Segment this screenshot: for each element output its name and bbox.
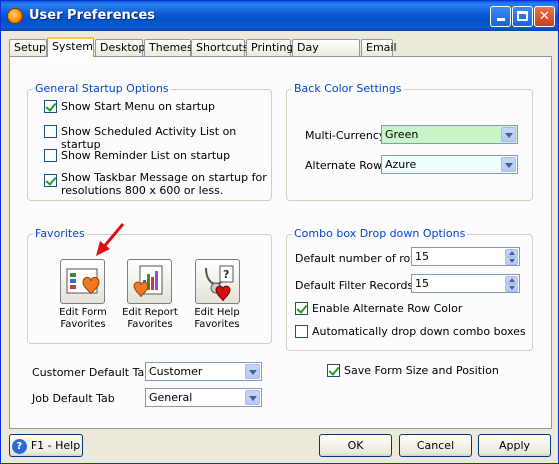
alternate-row-select[interactable]: Azure [381, 155, 518, 174]
tab-printing[interactable]: Printing [246, 39, 293, 56]
show-scheduled-activity-option[interactable]: Show Scheduled Activity List on startup [44, 125, 271, 151]
report-favorites-icon [133, 265, 163, 298]
show-taskbar-message-option[interactable]: Show Taskbar Message on startup for reso… [44, 171, 267, 197]
alternate-row-label: Alternate Row [305, 159, 383, 172]
cancel-button[interactable]: Cancel [399, 434, 472, 457]
edit-help-favorites-button[interactable]: ? [195, 259, 240, 304]
enable-alt-row-color-checkbox[interactable] [295, 302, 308, 315]
maximize-icon [517, 11, 528, 21]
tab-shortcuts[interactable]: Shortcuts [191, 39, 249, 56]
tab-themes[interactable]: Themes [144, 39, 193, 56]
enable-alt-row-color-label: Enable Alternate Row Color [312, 302, 463, 315]
tab-day-planner[interactable]: Day Planner [292, 39, 360, 69]
help-favorites-icon: ? [205, 265, 234, 302]
annotation-arrow [96, 223, 125, 256]
edit-form-favorites-line1: Edit Form [59, 307, 107, 318]
multi-currency-select[interactable]: Green [381, 125, 518, 144]
show-start-menu-option[interactable]: Show Start Menu on startup [44, 100, 215, 113]
tab-setup[interactable]: Setup [9, 39, 47, 56]
back-color-title: Back Color Settings [292, 82, 404, 95]
show-reminder-list-label: Show Reminder List on startup [61, 149, 231, 162]
edit-help-favorites-label: Edit Help Favorites [182, 307, 252, 331]
default-filter-input[interactable]: 15 [411, 274, 520, 293]
help-icon: ? [11, 438, 27, 454]
show-scheduled-activity-checkbox[interactable] [44, 125, 57, 138]
job-default-tab-label: Job Default Tab [32, 392, 115, 405]
close-icon: ✕ [539, 9, 550, 24]
help-button-label: F1 - Help [30, 439, 81, 452]
show-taskbar-message-line1: Show Taskbar Message on startup for [61, 171, 267, 184]
chevron-down-icon[interactable] [501, 157, 516, 172]
job-default-tab-select[interactable]: General [145, 388, 262, 407]
tab-email[interactable]: Email [361, 39, 397, 56]
chevron-down-icon[interactable] [245, 390, 260, 405]
edit-report-favorites-label: Edit Report Favorites [115, 307, 185, 331]
minimize-button[interactable] [490, 6, 511, 27]
minimize-icon [496, 18, 505, 21]
show-scheduled-activity-label: Show Scheduled Activity List on startup [61, 125, 237, 151]
edit-report-favorites-line1: Edit Report [122, 307, 178, 318]
save-form-size-label: Save Form Size and Position [344, 364, 499, 377]
enable-alt-row-color-option[interactable]: Enable Alternate Row Color [295, 302, 462, 315]
edit-form-favorites-label: Edit Form Favorites [48, 307, 118, 331]
edit-report-favorites-line2: Favorites [127, 319, 173, 330]
job-default-tab-value: General [149, 391, 193, 404]
customer-default-tab-value: Customer [149, 365, 203, 378]
show-taskbar-message-line2: resolutions 800 x 600 or less. [61, 184, 224, 197]
show-start-menu-label: Show Start Menu on startup [61, 100, 216, 113]
system-tab-panel: General Startup Options Show Start Menu … [9, 56, 552, 429]
app-icon [7, 8, 23, 24]
edit-help-favorites-line1: Edit Help [194, 307, 240, 318]
close-button[interactable]: ✕ [534, 6, 555, 27]
favorites-title: Favorites [33, 227, 87, 240]
customer-default-tab-select[interactable]: Customer [145, 362, 262, 381]
spin-up-icon[interactable] [505, 249, 518, 257]
window-title: User Preferences [29, 8, 156, 23]
spin-up-icon[interactable] [505, 276, 518, 284]
edit-form-favorites-line2: Favorites [60, 319, 106, 330]
default-rows-value: 15 [415, 250, 429, 263]
chevron-down-icon[interactable] [245, 364, 260, 379]
maximize-button[interactable] [512, 6, 533, 27]
apply-button[interactable]: Apply [478, 434, 551, 457]
tab-system[interactable]: System [47, 37, 94, 57]
edit-form-favorites-button[interactable] [60, 259, 105, 304]
form-favorites-icon [66, 268, 100, 295]
chevron-down-icon[interactable] [501, 127, 516, 142]
combo-box-options-group: Combo box Drop down Options Default numb… [286, 227, 533, 351]
general-startup-title: General Startup Options [33, 82, 171, 95]
auto-drop-down-option[interactable]: Automatically drop down combo boxes [295, 325, 526, 338]
auto-drop-down-checkbox[interactable] [295, 325, 308, 338]
alternate-row-value: Azure [385, 158, 417, 171]
tab-desktop[interactable]: Desktop [95, 39, 145, 56]
customer-default-tab-label: Customer Default Tab [32, 366, 152, 379]
show-taskbar-message-label: Show Taskbar Message on startup for reso… [61, 171, 267, 197]
default-rows-label: Default number of rows [295, 252, 425, 265]
spin-down-icon[interactable] [505, 257, 518, 265]
spin-down-icon[interactable] [505, 284, 518, 292]
help-button[interactable]: ? F1 - Help [9, 434, 83, 457]
default-filter-value: 15 [415, 277, 429, 290]
svg-text:?: ? [223, 268, 229, 281]
save-form-size-checkbox[interactable] [327, 364, 340, 377]
general-startup-group: General Startup Options Show Start Menu … [27, 82, 272, 201]
title-bar[interactable]: User Preferences ✕ [1, 1, 558, 31]
save-form-size-option[interactable]: Save Form Size and Position [327, 364, 499, 377]
multi-currency-label: Multi-Currency [305, 129, 386, 142]
default-rows-input[interactable]: 15 [411, 247, 520, 266]
edit-report-favorites-button[interactable] [127, 259, 172, 304]
ok-button[interactable]: OK [319, 434, 392, 457]
edit-help-favorites-line2: Favorites [194, 319, 240, 330]
show-reminder-list-checkbox[interactable] [44, 149, 57, 162]
show-start-menu-checkbox[interactable] [44, 100, 57, 113]
default-filter-label: Default Filter Records [295, 279, 414, 292]
back-color-group: Back Color Settings Multi-Currency Green… [286, 82, 533, 201]
combo-box-options-title: Combo box Drop down Options [292, 227, 468, 240]
auto-drop-down-label: Automatically drop down combo boxes [312, 325, 526, 338]
show-reminder-list-option[interactable]: Show Reminder List on startup [44, 149, 230, 162]
show-taskbar-message-checkbox[interactable] [44, 174, 57, 187]
favorites-group: Favorites Edit Form Favorites Edit Repor… [27, 227, 272, 344]
multi-currency-value: Green [385, 128, 419, 141]
user-preferences-window: User Preferences ✕ Setup System Desktop … [0, 0, 559, 464]
